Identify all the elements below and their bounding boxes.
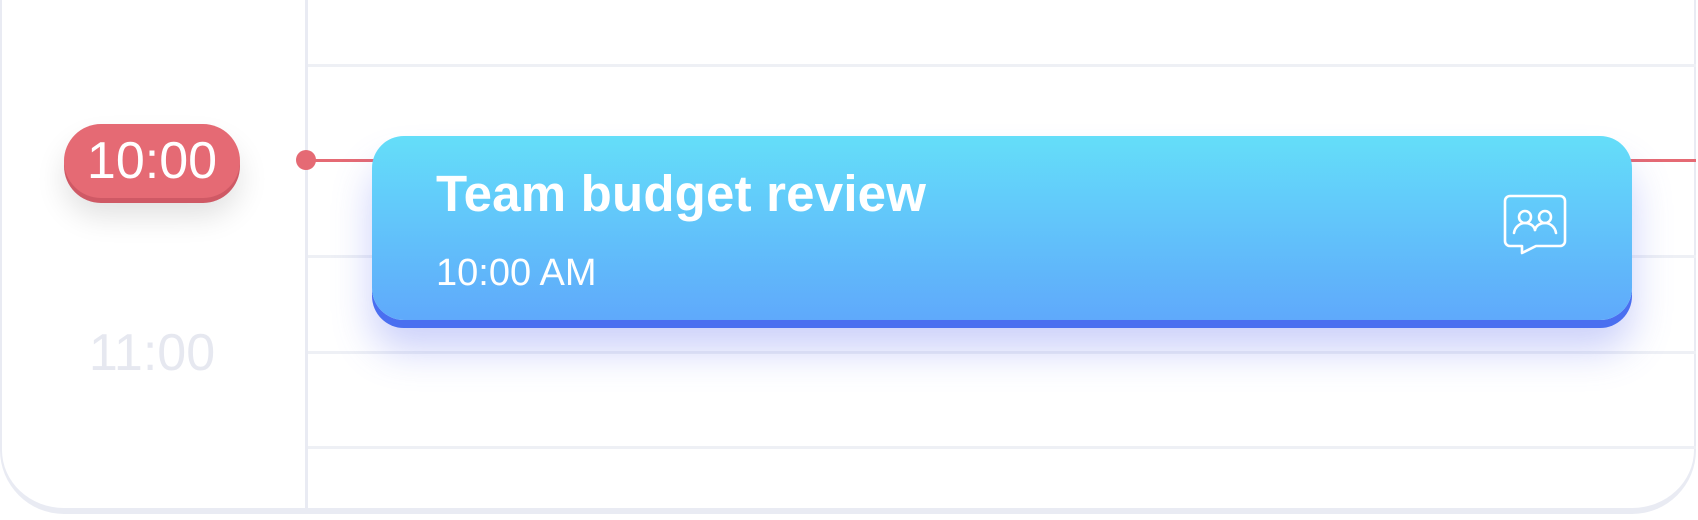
meeting-chat-icon (1503, 194, 1567, 255)
calendar-day-view: 10:00 11:00 Team budget review 10:00 AM (0, 0, 1698, 520)
event-title: Team budget review (436, 165, 927, 222)
current-time-badge: 10:00 (64, 124, 240, 198)
event-card[interactable]: Team budget review 10:00 AM (372, 136, 1632, 320)
hour-label-11: 11:00 (88, 324, 216, 382)
event-time: 10:00 AM (436, 252, 597, 294)
hour-grid-line (308, 64, 1696, 67)
hour-grid-line (308, 351, 1696, 354)
current-time-dot (296, 150, 316, 170)
hour-grid-line (308, 446, 1696, 449)
